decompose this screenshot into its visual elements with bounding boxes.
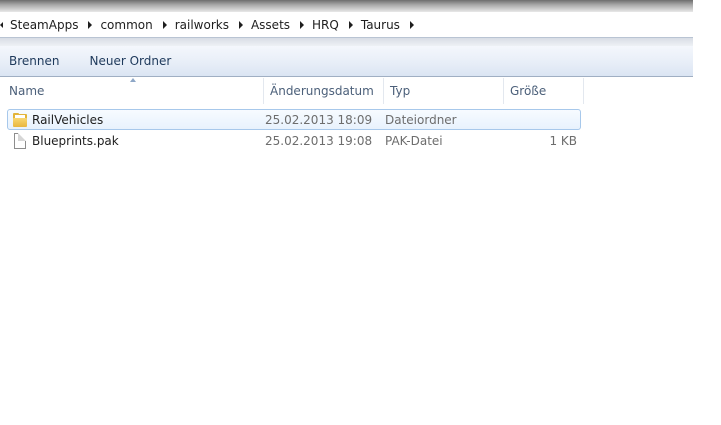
breadcrumb-item[interactable]: Taurus bbox=[357, 12, 418, 37]
breadcrumb-item[interactable]: railworks bbox=[171, 12, 247, 37]
breadcrumb: SteamApps common railworks Assets HRQ Ta… bbox=[0, 12, 418, 37]
breadcrumb-arrow-icon[interactable] bbox=[235, 12, 247, 37]
column-header-name[interactable]: Name bbox=[0, 78, 264, 104]
breadcrumb-item[interactable]: common bbox=[96, 12, 170, 37]
address-bar[interactable]: SteamApps common railworks Assets HRQ Ta… bbox=[0, 12, 693, 38]
breadcrumb-item[interactable]: SteamApps bbox=[6, 12, 96, 37]
breadcrumb-label[interactable]: HRQ bbox=[308, 18, 345, 32]
column-header-date[interactable]: Änderungsdatum bbox=[264, 78, 384, 104]
file-date: 25.02.2013 19:08 bbox=[265, 133, 373, 148]
burn-button[interactable]: Brennen bbox=[0, 46, 74, 76]
breadcrumb-label[interactable]: common bbox=[96, 18, 158, 32]
breadcrumb-label[interactable]: Taurus bbox=[357, 18, 406, 32]
breadcrumb-arrow-icon[interactable] bbox=[159, 12, 171, 37]
breadcrumb-arrow-icon[interactable] bbox=[84, 12, 96, 37]
file-row-file[interactable]: Blueprints.pak 25.02.2013 19:08 PAK-Date… bbox=[7, 130, 581, 151]
command-bar: Brennen Neuer Ordner bbox=[0, 46, 693, 77]
breadcrumb-arrow-icon[interactable] bbox=[406, 12, 418, 37]
breadcrumb-item[interactable]: HRQ bbox=[308, 12, 357, 37]
file-date: 25.02.2013 18:09 bbox=[265, 112, 373, 127]
breadcrumb-label[interactable]: Assets bbox=[247, 18, 296, 32]
window-top-edge bbox=[0, 0, 693, 12]
column-header: Name Änderungsdatum Typ Größe bbox=[0, 78, 693, 104]
breadcrumb-item[interactable]: Assets bbox=[247, 12, 308, 37]
new-folder-button[interactable]: Neuer Ordner bbox=[74, 46, 186, 76]
address-bar-divider bbox=[0, 38, 693, 46]
window-right-edge bbox=[693, 0, 721, 298]
breadcrumb-arrow-icon[interactable] bbox=[345, 12, 357, 37]
file-row-folder[interactable]: RailVehicles 25.02.2013 18:09 Dateiordne… bbox=[7, 109, 581, 130]
file-name[interactable]: RailVehicles bbox=[32, 113, 103, 127]
column-header-size[interactable]: Größe bbox=[504, 78, 584, 104]
explorer-window: SteamApps common railworks Assets HRQ Ta… bbox=[0, 0, 693, 298]
breadcrumb-label[interactable]: railworks bbox=[171, 18, 235, 32]
file-type: Dateiordner bbox=[385, 112, 457, 127]
folder-icon bbox=[12, 112, 28, 128]
file-list: RailVehicles 25.02.2013 18:09 Dateiordne… bbox=[0, 108, 693, 298]
file-size: 1 KB bbox=[549, 133, 577, 148]
file-type: PAK-Datei bbox=[385, 133, 443, 148]
document-icon bbox=[12, 132, 28, 149]
breadcrumb-label[interactable]: SteamApps bbox=[6, 18, 84, 32]
breadcrumb-arrow-icon[interactable] bbox=[296, 12, 308, 37]
file-name[interactable]: Blueprints.pak bbox=[32, 134, 119, 148]
column-header-type[interactable]: Typ bbox=[384, 78, 504, 104]
